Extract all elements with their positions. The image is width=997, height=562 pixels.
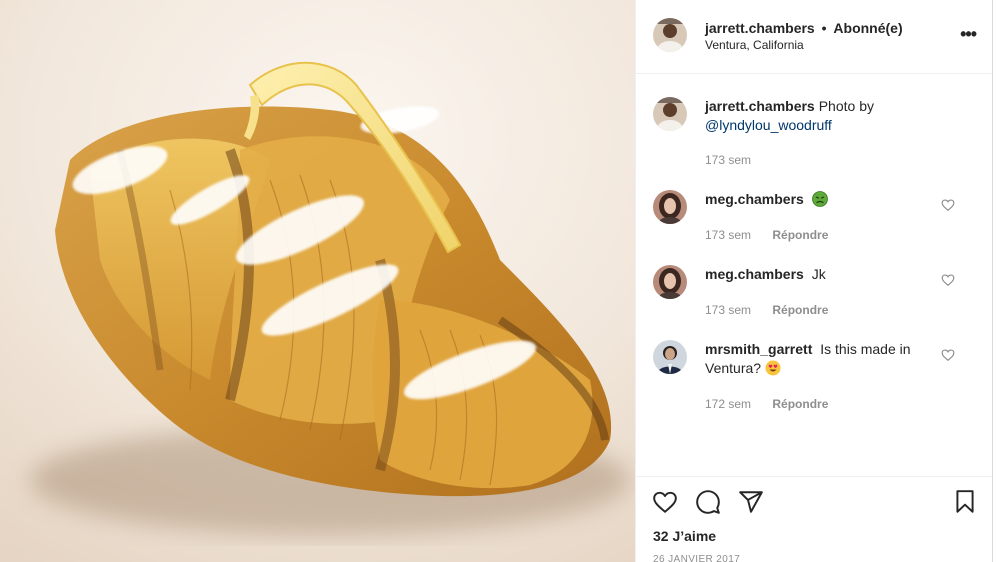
caption-text: jarrett.chambers Photo by @lyndylou_woodr… — [705, 97, 935, 135]
save-bookmark-icon[interactable] — [952, 489, 978, 515]
nauseated-face-icon — [811, 191, 828, 207]
comment-item: meg.chambers 173 sem Répondre — [653, 190, 983, 250]
caption-item: jarrett.chambers Photo by @lyndylou_woodr… — [653, 97, 983, 177]
caption-mention-link[interactable]: @lyndylou_woodruff — [705, 117, 832, 133]
comment-bubble-icon[interactable] — [695, 489, 721, 515]
caption-username[interactable]: jarrett.chambers — [705, 98, 815, 114]
commenter-avatar[interactable] — [653, 190, 687, 224]
comment-body: Jk — [811, 266, 826, 282]
comments-list: jarrett.chambers Photo by @lyndylou_woodr… — [636, 75, 992, 475]
comment-time[interactable]: 172 sem — [705, 397, 751, 411]
comment-text: meg.chambers Jk — [705, 265, 935, 284]
comment-text: mrsmith_garrett Is this made in Ventura? — [705, 340, 935, 378]
post-photo[interactable] — [0, 0, 635, 562]
post-location[interactable]: Ventura, California — [705, 38, 804, 52]
commenter-avatar[interactable] — [653, 265, 687, 299]
follow-status-button[interactable]: Abonné(e) — [833, 20, 902, 36]
reply-button[interactable]: Répondre — [772, 303, 828, 317]
post-side-panel: jarrett.chambers • Abonné(e) Ventura, Ca… — [635, 0, 993, 562]
croissant-image — [0, 0, 635, 562]
comment-item: meg.chambers Jk 173 sem Répondre — [653, 265, 983, 325]
caption-time[interactable]: 173 sem — [705, 153, 751, 167]
caption-meta: 173 sem — [705, 153, 751, 167]
post-header: jarrett.chambers • Abonné(e) Ventura, Ca… — [636, 0, 992, 74]
comment-text: meg.chambers — [705, 190, 935, 209]
like-comment-heart-icon[interactable] — [941, 273, 955, 287]
caption-body: Photo by — [818, 98, 874, 114]
caption-avatar[interactable] — [653, 97, 687, 131]
author-avatar[interactable] — [653, 18, 687, 52]
like-heart-icon[interactable] — [652, 489, 678, 515]
header-line: jarrett.chambers • Abonné(e) — [705, 20, 903, 36]
comment-meta: 173 sem Répondre — [705, 228, 828, 242]
heart-eyes-face-icon — [765, 360, 781, 376]
comment-time[interactable]: 173 sem — [705, 303, 751, 317]
share-paper-plane-icon[interactable] — [738, 489, 764, 515]
comment-username[interactable]: mrsmith_garrett — [705, 341, 812, 357]
like-comment-heart-icon[interactable] — [941, 198, 955, 212]
header-separator: • — [821, 20, 827, 36]
comment-time[interactable]: 173 sem — [705, 228, 751, 242]
comment-meta: 172 sem Répondre — [705, 397, 828, 411]
comment-item: mrsmith_garrett Is this made in Ventura?… — [653, 340, 983, 420]
window-edge — [993, 0, 997, 562]
comment-username[interactable]: meg.chambers — [705, 191, 804, 207]
reply-button[interactable]: Répondre — [772, 397, 828, 411]
reply-button[interactable]: Répondre — [772, 228, 828, 242]
comment-meta: 173 sem Répondre — [705, 303, 828, 317]
commenter-avatar[interactable] — [653, 340, 687, 374]
like-comment-heart-icon[interactable] — [941, 348, 955, 362]
author-username[interactable]: jarrett.chambers — [705, 20, 815, 36]
likes-count[interactable]: 32 J’aime — [653, 528, 716, 544]
post-actions: 32 J’aime 26 JANVIER 2017 — [636, 476, 992, 562]
more-options-button[interactable]: ••• — [960, 25, 977, 43]
comment-username[interactable]: meg.chambers — [705, 266, 804, 282]
post-date[interactable]: 26 JANVIER 2017 — [653, 554, 740, 562]
